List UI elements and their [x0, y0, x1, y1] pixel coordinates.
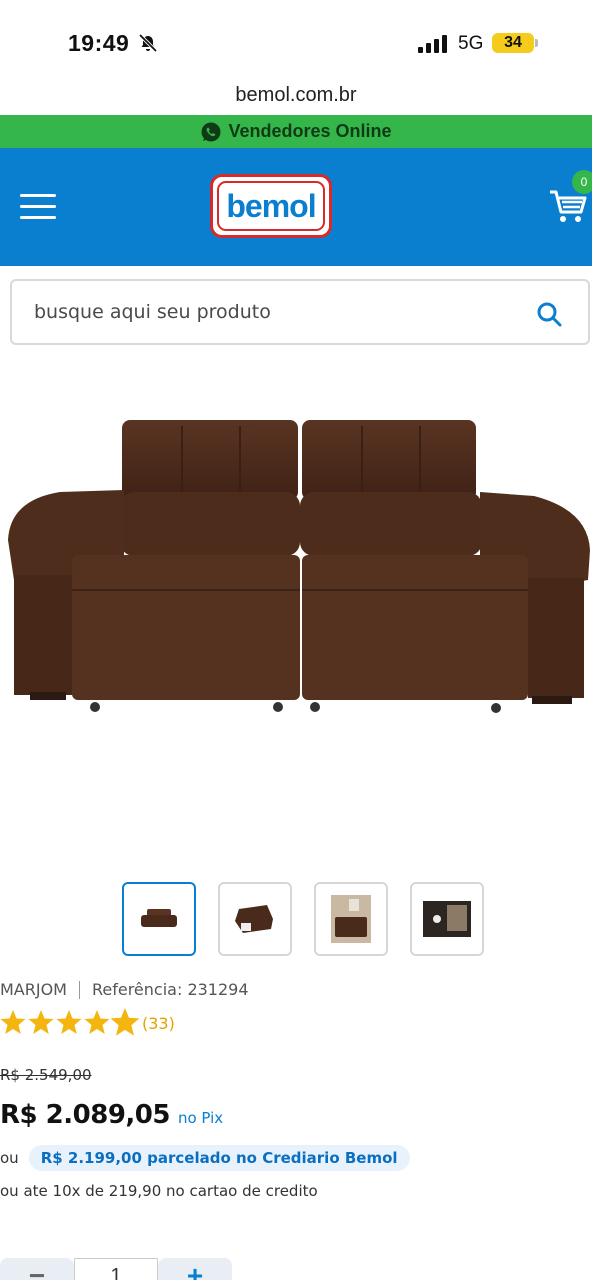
detail-thumbnail-image [423, 901, 471, 937]
vendedores-online-banner[interactable]: Vendedores Online [0, 115, 592, 148]
thumbnail-2[interactable] [218, 882, 292, 956]
crediario-row: ou R$ 2.199,00 parcelado no Crediario Be… [0, 1145, 410, 1171]
battery-indicator: 34 [492, 33, 534, 53]
brand-reference-row: MARJOM Referência: 231294 [0, 980, 249, 999]
whatsapp-icon [201, 122, 221, 141]
search-box [10, 279, 590, 345]
increase-quantity-button[interactable]: + [158, 1258, 232, 1280]
search-icon[interactable] [536, 301, 562, 327]
cart-count-badge: 0 [572, 170, 592, 194]
card-installments: ou ate 10x de 219,90 no cartao de credit… [0, 1182, 318, 1200]
network-label: 5G [458, 33, 484, 54]
hamburger-menu-icon[interactable] [20, 193, 56, 221]
pix-label: no Pix [177, 1109, 224, 1127]
pix-price: R$ 2.089,05 [0, 1100, 170, 1130]
brand-name[interactable]: MARJOM [0, 980, 67, 999]
thumbnail-4[interactable] [410, 882, 484, 956]
quantity-value[interactable]: 1 [74, 1258, 158, 1280]
product-main-image[interactable] [0, 400, 592, 730]
status-time: 19:49 [68, 30, 130, 56]
bell-muted-icon [138, 33, 158, 53]
star-rating-icon [0, 1008, 140, 1036]
quantity-stepper: − 1 + [0, 1258, 236, 1280]
logo-text: bemol [226, 187, 316, 224]
crediario-badge[interactable]: R$ 2.199,00 parcelado no Crediario Bemol [28, 1145, 410, 1171]
decrease-quantity-button[interactable]: − [0, 1258, 74, 1280]
old-price: R$ 2.549,00 [0, 1066, 92, 1084]
bemol-logo[interactable]: bemol [210, 174, 332, 238]
status-bar: 19:49 5G 34 [0, 0, 592, 80]
price-row: R$ 2.089,05 no Pix [0, 1100, 223, 1130]
divider [78, 980, 80, 999]
sofa-thumbnail-image [141, 909, 177, 927]
crediario-prefix: ou [0, 1149, 19, 1167]
thumbnail-strip [122, 882, 484, 956]
battery-cap [535, 39, 538, 47]
site-header: bemol 0 [0, 148, 592, 266]
logo-frame: bemol [217, 181, 325, 231]
room-thumbnail-image [331, 895, 371, 943]
product-reference: Referência: 231294 [91, 980, 249, 999]
browser-url[interactable]: bemol.com.br [0, 80, 592, 114]
search-input[interactable] [34, 281, 514, 343]
thumbnail-3[interactable] [314, 882, 388, 956]
vendedores-online-label: Vendedores Online [228, 121, 392, 141]
signal-icon [418, 35, 447, 53]
rating-count[interactable]: (33) [142, 1014, 175, 1033]
rating-row[interactable]: (33) [0, 1008, 175, 1038]
thumbnail-1[interactable] [122, 882, 196, 956]
sofa-angle-thumbnail-image [235, 905, 273, 933]
